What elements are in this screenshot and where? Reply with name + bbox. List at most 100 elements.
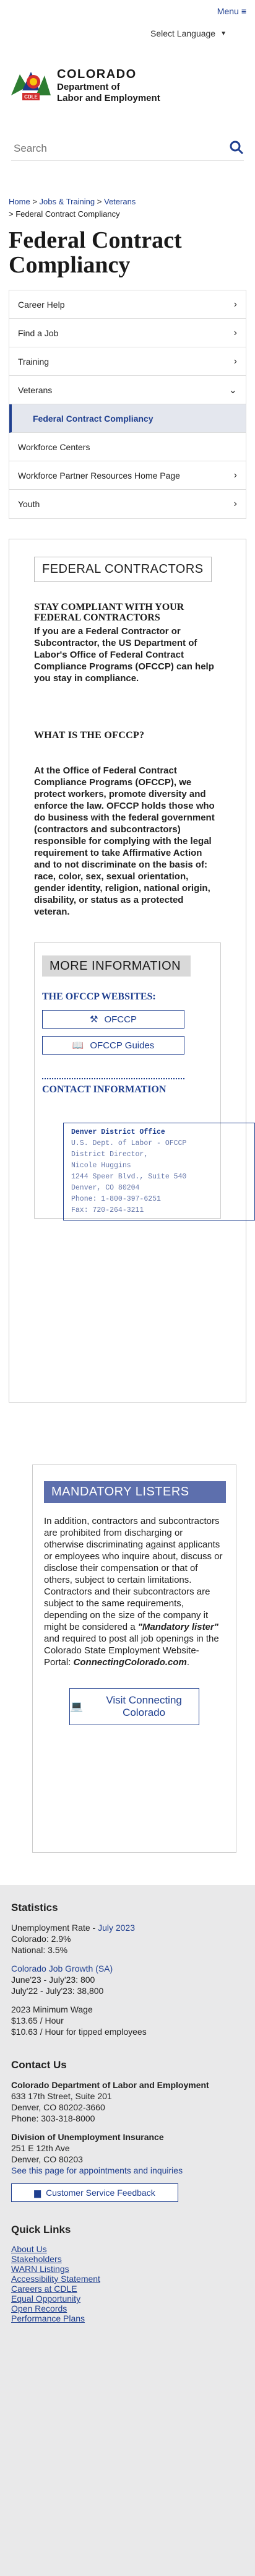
office-line: U.S. Dept. of Labor - OFCCP xyxy=(71,1139,187,1147)
site-logo[interactable]: CDLE COLORADO Department of Labor and Em… xyxy=(0,45,255,111)
quick-link[interactable]: Stakeholders xyxy=(11,2254,244,2264)
language-label: Select Language xyxy=(150,28,216,38)
menu-button[interactable]: Menu ≡ xyxy=(217,6,246,16)
minimum-wage-heading: 2023 Minimum Wage xyxy=(11,2004,93,2014)
minimum-wage-2: $10.63 / Hour for tipped employees xyxy=(11,2027,147,2037)
federal-contractors-label: FEDERAL CONTRACTORS xyxy=(34,557,212,582)
chevron-down-icon: ⌄ xyxy=(228,385,237,396)
quick-links-heading: Quick Links xyxy=(11,2224,71,2235)
unemployment-link[interactable]: July 2023 xyxy=(98,1923,135,1933)
dept-name: Colorado Department of Labor and Employm… xyxy=(11,2080,209,2090)
breadcrumb-sep: > xyxy=(9,209,14,219)
contact-information-heading: CONTACT INFORMATION xyxy=(42,1084,166,1095)
job-growth-1: June'23 - July'23: 800 xyxy=(11,1975,95,1985)
contact-heading: Contact Us xyxy=(11,2059,67,2071)
office-name: Denver District Office xyxy=(71,1128,165,1136)
dept-phone: Phone: 303-318-8000 xyxy=(11,2113,95,2123)
chevron-right-icon: › xyxy=(233,298,237,310)
chevron-right-icon: › xyxy=(233,327,237,338)
language-selector[interactable]: Select Language ▼ xyxy=(0,22,255,45)
colorado-logo-icon: CDLE xyxy=(11,66,51,105)
chevron-right-icon: › xyxy=(233,355,237,367)
breadcrumb-jobs[interactable]: Jobs & Training xyxy=(40,197,95,206)
dept-address-1: 633 17th Street, Suite 201 xyxy=(11,2091,112,2101)
office-phone: Phone: 1-800-397-6251 xyxy=(71,1195,161,1203)
mandatory-listers-card: MANDATORY LISTERS In addition, contracto… xyxy=(32,1464,236,1853)
nav-item-workforce-centers[interactable]: Workforce Centers xyxy=(9,433,246,461)
search-icon[interactable] xyxy=(229,140,244,157)
quick-link[interactable]: Open Records xyxy=(11,2304,244,2313)
section-nav: Career Help › Find a Job › Training › Veter… xyxy=(9,290,246,519)
quick-link[interactable]: Performance Plans xyxy=(11,2313,244,2323)
office-line: District Director, xyxy=(71,1151,149,1159)
breadcrumb-sep: > xyxy=(32,197,37,206)
book-icon: 📖 xyxy=(72,1040,84,1051)
nav-item-workforce-partner-resources[interactable]: Workforce Partner Resources Home Page › xyxy=(9,461,246,490)
office-line: 1244 Speer Blvd., Suite 540 xyxy=(71,1173,187,1181)
minimum-wage-1: $13.65 / Hour xyxy=(11,2016,64,2026)
nav-item-youth[interactable]: Youth › xyxy=(9,490,246,518)
division-address-2: Denver, CO 80203 xyxy=(11,2154,83,2164)
feedback-icon: ▆ xyxy=(34,2188,41,2198)
menu-label: Menu xyxy=(217,6,239,16)
ofccp-guides-button[interactable]: 📖 OFCCP Guides xyxy=(42,1036,184,1055)
breadcrumb-current: Federal Contract Compliancy xyxy=(15,209,120,219)
logo-title: COLORADO xyxy=(57,67,137,82)
division-name: Division of Unemployment Insurance xyxy=(11,2132,164,2142)
hamburger-icon: ≡ xyxy=(241,6,246,16)
breadcrumb-home[interactable]: Home xyxy=(9,197,30,206)
top-bar: Menu ≡ xyxy=(0,0,255,22)
nav-item-veterans[interactable]: Veterans ⌄ xyxy=(9,376,246,404)
office-line: Nicole Huggins xyxy=(71,1162,131,1170)
office-line: Denver, CO 80204 xyxy=(71,1184,140,1192)
ofccp-websites-heading: THE OFCCP WEBSITES: xyxy=(42,991,156,1002)
quick-link[interactable]: Accessibility Statement xyxy=(11,2274,244,2284)
quick-link[interactable]: Equal Opportunity xyxy=(11,2294,244,2304)
nav-item-find-a-job[interactable]: Find a Job › xyxy=(9,319,246,347)
quick-link[interactable]: WARN Listings xyxy=(11,2264,244,2274)
dept-address-2: Denver, CO 80202-3660 xyxy=(11,2102,105,2112)
contact-block: Contact Us Colorado Department of Labor … xyxy=(11,2060,244,2202)
breadcrumb: Home > Jobs & Training > Veterans > Fede… xyxy=(9,196,246,220)
laptop-icon: 💻 xyxy=(70,1700,84,1712)
stay-compliant-text: If you are a Federal Contractor or Subco… xyxy=(34,626,214,684)
appointments-link[interactable]: See this page for appointments and inqui… xyxy=(11,2165,183,2175)
mandatory-listers-text: In addition, contractors and subcontract… xyxy=(44,1516,223,1668)
search-bar xyxy=(11,136,244,161)
job-growth-2: July'22 - July'23: 38,800 xyxy=(11,1986,104,1996)
footer: Statistics Unemployment Rate - July 2023… xyxy=(0,1885,255,2576)
national-rate: National: 3.5% xyxy=(11,1945,68,1955)
logo-subtitle-1: Department of xyxy=(57,82,120,93)
chevron-down-icon: ▼ xyxy=(220,30,227,37)
job-growth-link[interactable]: Colorado Job Growth (SA) xyxy=(11,1964,113,1973)
ofccp-question-heading: WHAT IS THE OFCCP? xyxy=(34,730,145,741)
visit-connecting-colorado-button[interactable]: 💻 Visit Connecting Colorado xyxy=(69,1688,199,1725)
search-input[interactable] xyxy=(14,142,199,155)
customer-feedback-button[interactable]: ▆ Customer Service Feedback xyxy=(11,2183,178,2202)
mandatory-listers-label: MANDATORY LISTERS xyxy=(44,1481,226,1503)
ofccp-description: At the Office of Federal Contract Compli… xyxy=(34,765,215,917)
svg-text:CDLE: CDLE xyxy=(24,94,38,100)
more-information-box: MORE INFORMATION THE OFCCP WEBSITES: ⚒ O… xyxy=(34,942,255,1221)
office-address-box: Denver District Office U.S. Dept. of Lab… xyxy=(63,1123,255,1221)
statistics-block: Statistics Unemployment Rate - July 2023… xyxy=(11,1902,244,2037)
nav-item-training[interactable]: Training › xyxy=(9,347,246,376)
statistics-heading: Statistics xyxy=(11,1902,58,1913)
colorado-rate: Colorado: 2.9% xyxy=(11,1934,71,1944)
office-fax: Fax: 720-264-3211 xyxy=(71,1206,144,1214)
chevron-right-icon: › xyxy=(233,498,237,509)
nav-item-federal-contract-compliancy[interactable]: Federal Contract Compliancy xyxy=(9,404,246,433)
divider xyxy=(42,1078,184,1079)
breadcrumb-sep: > xyxy=(97,197,102,206)
quick-link[interactable]: About Us xyxy=(11,2244,244,2254)
breadcrumb-veterans[interactable]: Veterans xyxy=(104,197,136,206)
federal-contractors-card: FEDERAL CONTRACTORS STAY COMPLIANT WITH … xyxy=(9,539,255,1403)
nav-item-career-help[interactable]: Career Help › xyxy=(9,290,246,319)
division-address-1: 251 E 12th Ave xyxy=(11,2143,70,2153)
ofccp-link-button[interactable]: ⚒ OFCCP xyxy=(42,1010,184,1029)
unemployment-rate: Unemployment Rate - July 2023 xyxy=(11,1923,135,1933)
stay-compliant-heading: STAY COMPLIANT WITH YOUR FEDERAL CONTRAC… xyxy=(34,602,184,623)
quick-link[interactable]: Careers at CDLE xyxy=(11,2284,244,2294)
logo-subtitle-2: Labor and Employment xyxy=(57,92,160,103)
page-title: Federal Contract Compliancy xyxy=(9,227,182,278)
